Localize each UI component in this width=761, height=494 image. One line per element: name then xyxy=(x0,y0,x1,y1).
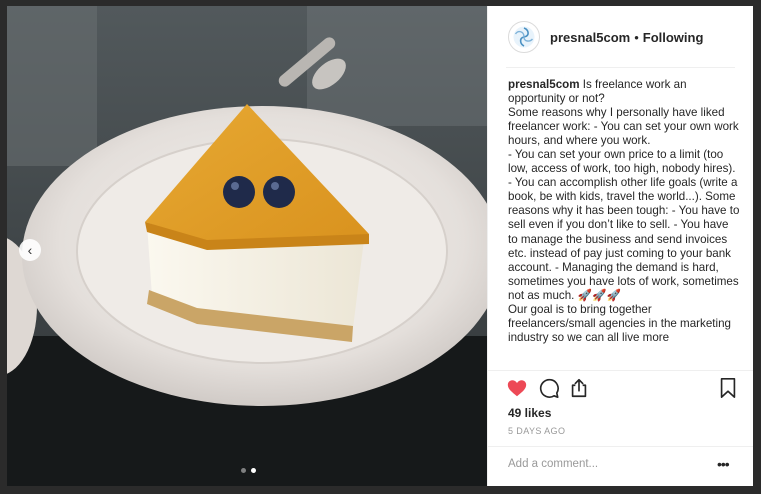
bookmark-icon[interactable] xyxy=(718,377,738,399)
post-header: presnal5com • Following xyxy=(488,6,754,68)
swirl-logo-icon xyxy=(513,26,535,48)
previous-slide-button[interactable]: ‹ xyxy=(19,239,41,261)
more-options-button[interactable]: ••• xyxy=(717,455,730,473)
likes-count[interactable]: 49 likes xyxy=(508,406,551,420)
comment-divider xyxy=(488,446,753,447)
carousel-dot-1 xyxy=(241,468,246,473)
avatar[interactable] xyxy=(508,21,540,53)
caption: presnal5com Is freelance work an opportu… xyxy=(508,78,740,370)
share-icon[interactable] xyxy=(568,377,590,399)
actions-divider xyxy=(488,370,753,371)
carousel-dots xyxy=(241,468,256,473)
post-side-panel: presnal5com • Following presnal5com Is fre… xyxy=(487,6,753,486)
action-bar xyxy=(506,377,738,401)
cheesecake-photo xyxy=(7,6,487,486)
caption-line-3: - You can set your own price to a limit … xyxy=(508,148,736,176)
caption-line-4: - You can accomplish other life goals (w… xyxy=(508,176,740,302)
post-timestamp[interactable]: 5 DAYS AGO xyxy=(508,426,565,436)
following-button[interactable]: Following xyxy=(643,30,704,45)
heart-icon[interactable] xyxy=(506,377,528,399)
comment-bubble-icon[interactable] xyxy=(538,377,560,399)
comment-input[interactable] xyxy=(508,455,708,473)
chevron-left-icon: ‹ xyxy=(27,242,33,258)
header-divider xyxy=(506,67,735,68)
caption-username[interactable]: presnal5com xyxy=(508,78,580,91)
post-username[interactable]: presnal5com xyxy=(550,30,630,45)
caption-line-5: Our goal is to bring together freelancer… xyxy=(508,302,731,344)
caption-line-2: Some reasons why I personally have liked… xyxy=(508,106,739,148)
post-photo[interactable]: ‹ xyxy=(7,6,487,486)
carousel-dot-2-active xyxy=(251,468,256,473)
header-separator: • xyxy=(634,29,639,45)
